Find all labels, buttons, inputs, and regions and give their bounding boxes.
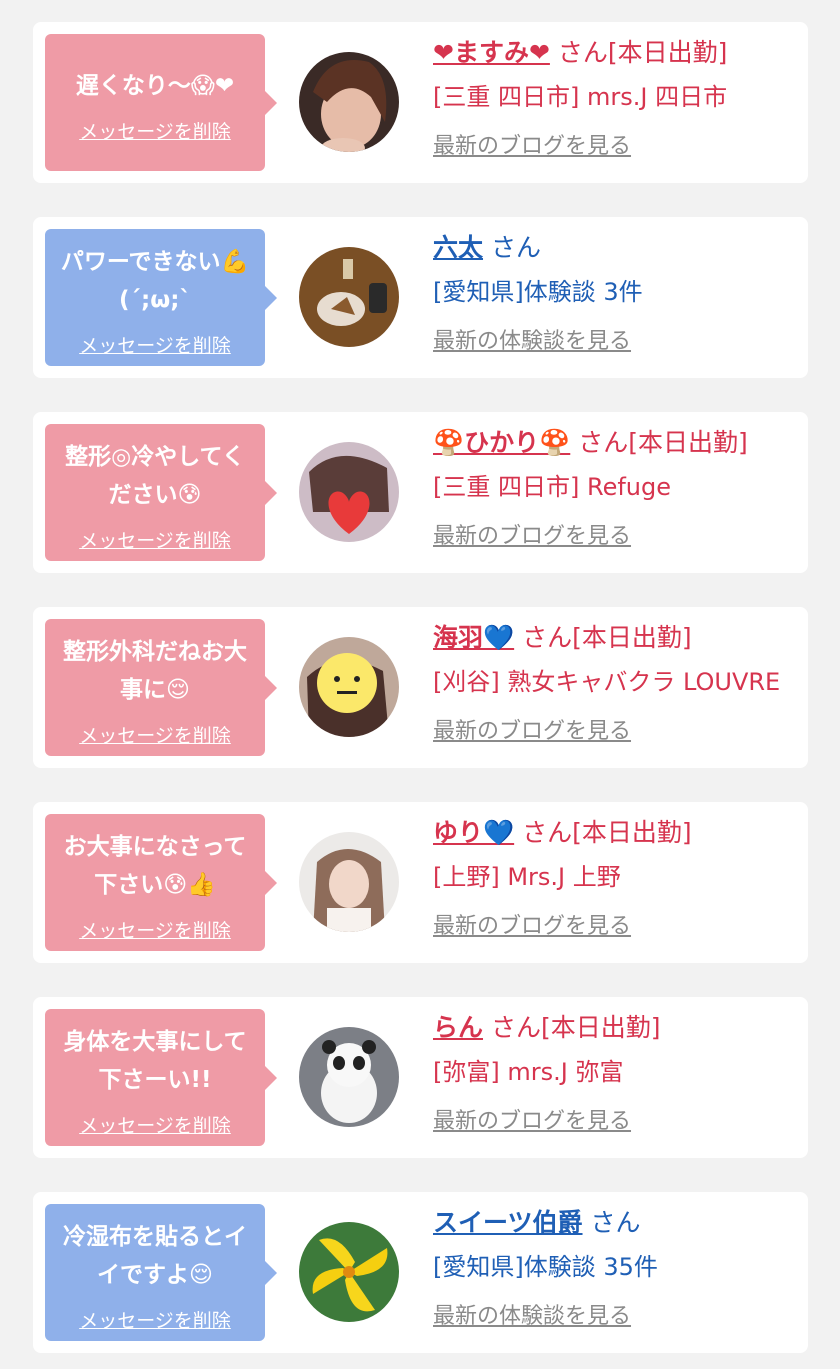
sender-name-link[interactable]: 海羽💙 [433,623,514,652]
sender-status: さん[本日出勤] [522,818,692,847]
message-text: 冷湿布を貼るとイイですよ😌 [63,1224,247,1288]
message-bubble: 身体を大事にして下さーい!! メッセージを削除 [45,1009,277,1146]
sender-status: さん[本日出勤] [522,623,692,652]
latest-post-link[interactable]: 最新のブログを見る [433,522,803,552]
message-card: 冷湿布を貼るとイイですよ😌 メッセージを削除 スイーツ伯爵 さん [愛知県]体験… [33,1192,808,1353]
sender-info: ❤ますみ❤ さん[本日出勤] [三重 四日市] mrs.J 四日市 最新のブログ… [433,36,803,162]
shop-label: [三重 四日市] mrs.J 四日市 [433,83,728,111]
delete-message-link[interactable]: メッセージを削除 [79,721,231,748]
latest-post-link[interactable]: 最新のブログを見る [433,912,803,942]
avatar[interactable] [299,1027,399,1127]
sender-status: さん[本日出勤] [578,428,748,457]
message-text: パワーできない💪 (´;ω;` [60,249,250,313]
latest-post-link[interactable]: 最新の体験談を見る [433,327,803,357]
message-card: 整形外科だねお大事に😌 メッセージを削除 海羽💙 さん[本日出勤] [刈谷] 熟… [33,607,808,768]
message-text: 整形◎冷やしてください😰 [65,444,245,508]
message-bubble: 整形◎冷やしてください😰 メッセージを削除 [45,424,277,561]
message-text: お大事になさって下さい😰👍 [63,834,247,898]
sender-name-link[interactable]: ❤ますみ❤ [433,38,550,67]
message-bubble: 冷湿布を貼るとイイですよ😌 メッセージを削除 [45,1204,277,1341]
sender-info: 海羽💙 さん[本日出勤] [刈谷] 熟女キャバクラ LOUVRE 最新のブログを… [433,621,803,747]
sender-info: らん さん[本日出勤] [弥富] mrs.J 弥富 最新のブログを見る [433,1011,803,1137]
sender-status: さん [590,1208,641,1237]
sender-status: さん [490,233,541,262]
sender-info: 六太 さん [愛知県]体験談 3件 最新の体験談を見る [433,231,803,357]
sender-name-link[interactable]: スイーツ伯爵 [433,1208,583,1237]
avatar[interactable] [299,637,399,737]
message-text: 整形外科だねお大事に😌 [63,639,247,703]
shop-label: [上野] Mrs.J 上野 [433,863,621,891]
shop-label: [愛知県]体験談 35件 [433,1253,658,1281]
shop-label: [愛知県]体験談 3件 [433,278,643,306]
sender-status: さん[本日出勤] [490,1013,661,1042]
sender-name-link[interactable]: 六太 [433,233,483,262]
delete-message-link[interactable]: メッセージを削除 [79,117,231,144]
latest-post-link[interactable]: 最新のブログを見る [433,132,803,162]
avatar[interactable] [299,442,399,542]
message-card: お大事になさって下さい😰👍 メッセージを削除 ゆり💙 さん[本日出勤] [上野]… [33,802,808,963]
message-card: 遅くなり〜😱❤ メッセージを削除 ❤ますみ❤ さん[本日出勤] [三重 四日市]… [33,22,808,183]
latest-post-link[interactable]: 最新のブログを見る [433,717,803,747]
shop-label: [刈谷] 熟女キャバクラ LOUVRE [433,668,781,696]
message-text: 遅くなり〜😱❤ [75,73,235,99]
sender-info: ゆり💙 さん[本日出勤] [上野] Mrs.J 上野 最新のブログを見る [433,816,803,942]
sender-info: 🍄ひかり🍄 さん[本日出勤] [三重 四日市] Refuge 最新のブログを見る [433,426,803,552]
message-card: パワーできない💪 (´;ω;` メッセージを削除 六太 さん [愛知県]体験談 … [33,217,808,378]
latest-post-link[interactable]: 最新の体験談を見る [433,1302,803,1332]
message-card: 整形◎冷やしてください😰 メッセージを削除 🍄ひかり🍄 さん[本日出勤] [三重… [33,412,808,573]
sender-name-link[interactable]: ゆり💙 [433,818,514,847]
delete-message-link[interactable]: メッセージを削除 [79,526,231,553]
avatar[interactable] [299,52,399,152]
avatar[interactable] [299,247,399,347]
sender-info: スイーツ伯爵 さん [愛知県]体験談 35件 最新の体験談を見る [433,1206,803,1332]
delete-message-link[interactable]: メッセージを削除 [79,1306,231,1333]
shop-label: [三重 四日市] Refuge [433,473,672,501]
latest-post-link[interactable]: 最新のブログを見る [433,1107,803,1137]
message-bubble: 遅くなり〜😱❤ メッセージを削除 [45,34,277,171]
message-text: 身体を大事にして下さーい!! [63,1029,247,1093]
message-bubble: パワーできない💪 (´;ω;` メッセージを削除 [45,229,277,366]
delete-message-link[interactable]: メッセージを削除 [79,916,231,943]
avatar[interactable] [299,1222,399,1322]
sender-name-link[interactable]: らん [433,1013,483,1042]
delete-message-link[interactable]: メッセージを削除 [79,1111,231,1138]
sender-name-link[interactable]: 🍄ひかり🍄 [433,428,570,457]
message-list: 遅くなり〜😱❤ メッセージを削除 ❤ますみ❤ さん[本日出勤] [三重 四日市]… [0,0,840,1369]
sender-status: さん[本日出勤] [557,38,728,67]
avatar[interactable] [299,832,399,932]
shop-label: [弥富] mrs.J 弥富 [433,1058,624,1086]
message-card: 身体を大事にして下さーい!! メッセージを削除 らん さん[本日出勤] [弥富]… [33,997,808,1158]
message-bubble: お大事になさって下さい😰👍 メッセージを削除 [45,814,277,951]
delete-message-link[interactable]: メッセージを削除 [79,331,231,358]
message-bubble: 整形外科だねお大事に😌 メッセージを削除 [45,619,277,756]
